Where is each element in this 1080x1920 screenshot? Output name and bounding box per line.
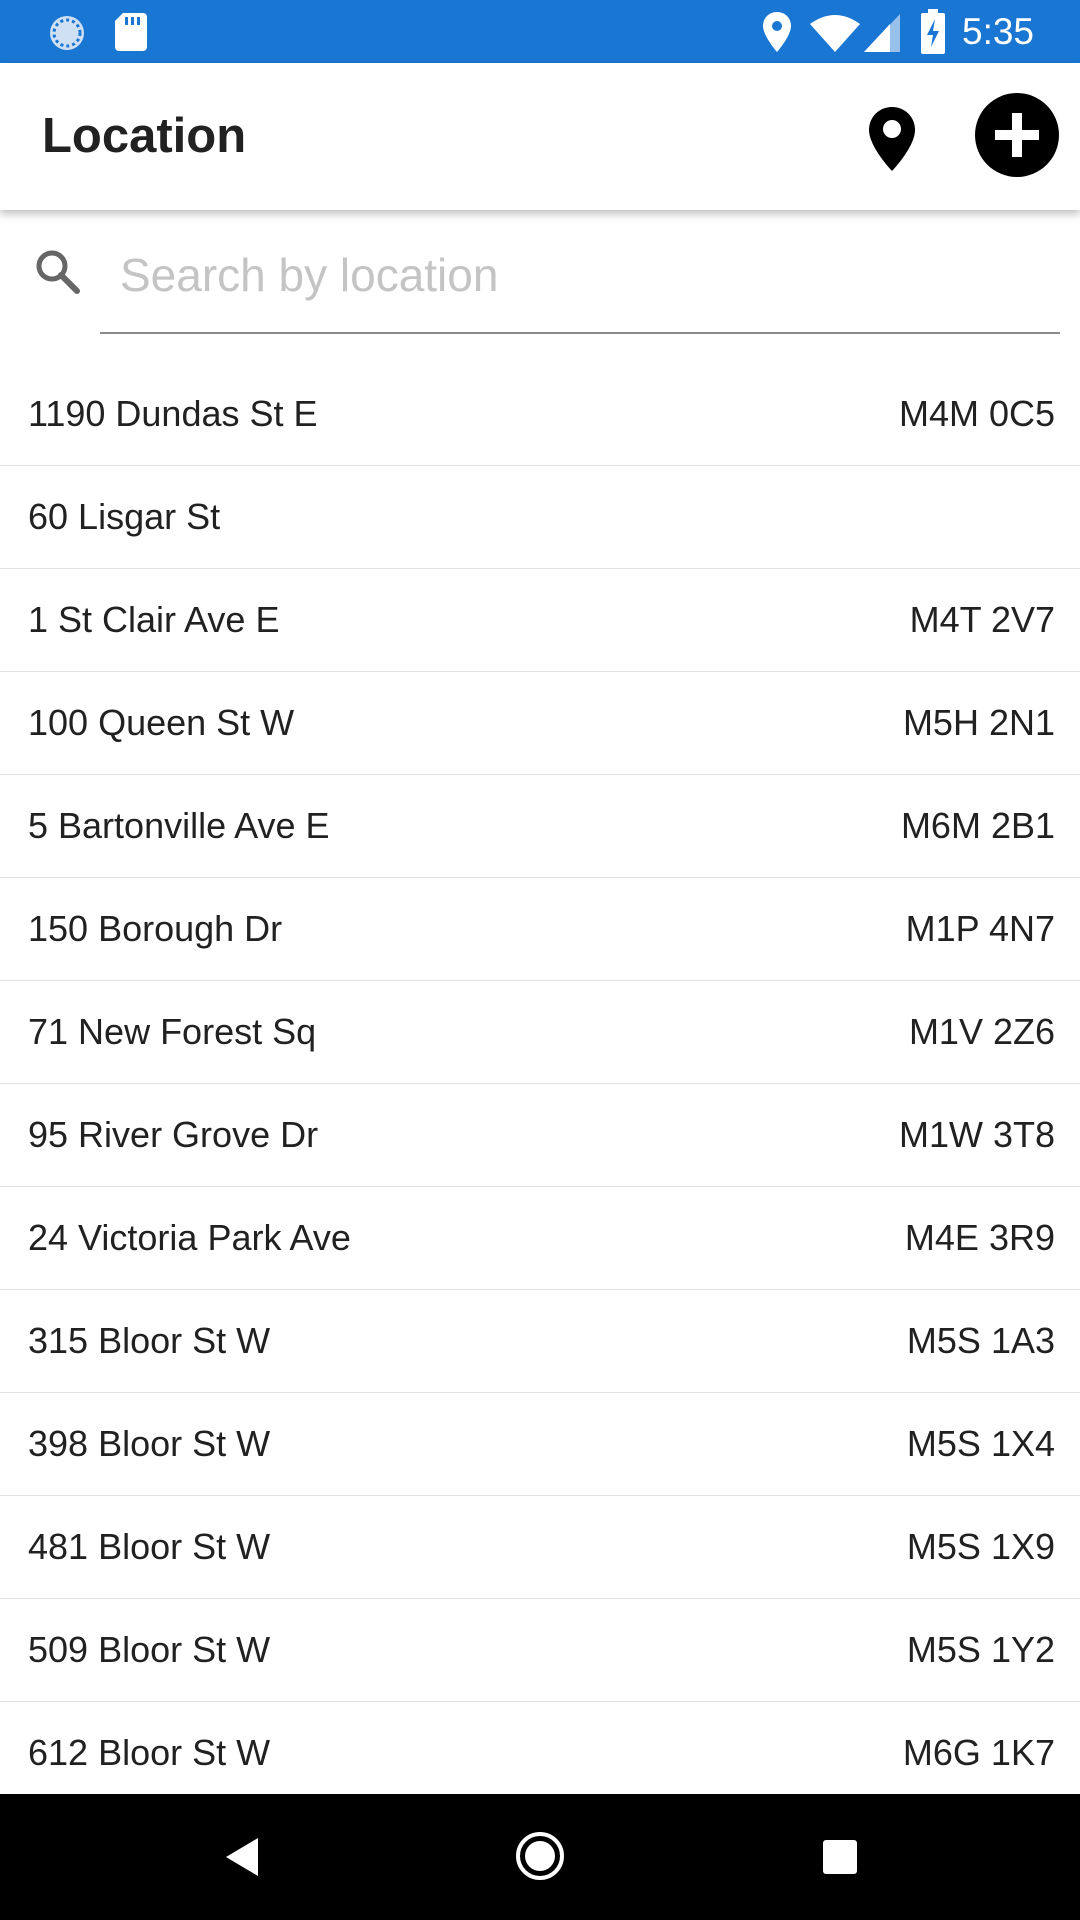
add-location-button[interactable]: [975, 93, 1059, 177]
address-text: 100 Queen St W: [28, 702, 295, 743]
postal-code: M1V 2Z6: [908, 1011, 1055, 1052]
search-bar: [0, 210, 1080, 340]
list-item[interactable]: 5 Bartonville Ave E M6M 2B1: [0, 775, 1080, 878]
search-input[interactable]: [100, 240, 1080, 310]
list-item[interactable]: 1 St Clair Ave E M4T 2V7: [0, 569, 1080, 672]
list-item[interactable]: 315 Bloor St W M5S 1A3: [0, 1290, 1080, 1393]
list-item[interactable]: 24 Victoria Park Ave M4E 3R9: [0, 1187, 1080, 1290]
list-item[interactable]: 150 Borough Dr M1P 4N7: [0, 878, 1080, 981]
recents-icon: [823, 1840, 857, 1874]
list-item[interactable]: 398 Bloor St W M5S 1X4: [0, 1393, 1080, 1496]
list-item[interactable]: 100 Queen St W M5H 2N1: [0, 672, 1080, 775]
address-text: 509 Bloor St W: [28, 1629, 271, 1670]
address-text: 612 Bloor St W: [28, 1732, 271, 1773]
map-pin-button[interactable]: [860, 103, 924, 175]
page-title: Location: [42, 109, 247, 163]
address-text: 5 Bartonville Ave E: [28, 805, 330, 846]
list-item[interactable]: 95 River Grove Dr M1W 3T8: [0, 1084, 1080, 1187]
home-icon: [516, 1832, 564, 1880]
list-item[interactable]: 71 New Forest Sq M1V 2Z6: [0, 981, 1080, 1084]
sync-icon: [50, 16, 84, 50]
postal-code: M6M 2B1: [900, 805, 1055, 846]
postal-code: M1W 3T8: [898, 1114, 1055, 1155]
postal-code: M6G 1K7: [902, 1732, 1055, 1773]
signal-icon: [864, 14, 900, 52]
postal-code: M4E 3R9: [904, 1217, 1055, 1258]
status-time: 5:35: [962, 11, 1035, 52]
address-text: 60 Lisgar St: [28, 496, 221, 537]
address-text: 1 St Clair Ave E: [28, 599, 280, 640]
list-item[interactable]: 481 Bloor St W M5S 1X9: [0, 1496, 1080, 1599]
postal-code: M5S 1A3: [906, 1320, 1055, 1361]
sd-card-icon: [115, 13, 147, 51]
app-bar: Location: [0, 63, 1080, 210]
search-icon: [36, 250, 80, 294]
address-text: 315 Bloor St W: [28, 1320, 271, 1361]
search-underline: [100, 332, 1060, 334]
postal-code: M5S 1X4: [906, 1423, 1055, 1464]
postal-code: M1P 4N7: [905, 908, 1055, 949]
list-item[interactable]: 1190 Dundas St E M4M 0C5: [0, 363, 1080, 466]
battery-charging-icon: [921, 9, 945, 54]
location-icon: [763, 12, 791, 52]
list-item[interactable]: 612 Bloor St W M6G 1K7: [0, 1702, 1080, 1805]
status-bar: 5:35: [0, 0, 1080, 63]
postal-code: M4T 2V7: [909, 599, 1055, 640]
postal-code: M5S 1Y2: [906, 1629, 1055, 1670]
add-circle-icon: [995, 113, 1039, 157]
address-text: 1190 Dundas St E: [28, 393, 318, 434]
address-text: 398 Bloor St W: [28, 1423, 271, 1464]
navigation-bar: [0, 1794, 1080, 1920]
postal-code: M4M 0C5: [898, 393, 1055, 434]
back-button[interactable]: [210, 1824, 274, 1890]
recents-button[interactable]: [808, 1824, 872, 1890]
home-button[interactable]: [506, 1822, 574, 1890]
address-text: 95 River Grove Dr: [28, 1114, 319, 1155]
address-text: 150 Borough Dr: [28, 908, 283, 949]
list-item[interactable]: 509 Bloor St W M5S 1Y2: [0, 1599, 1080, 1702]
address-text: 71 New Forest Sq: [28, 1011, 317, 1052]
postal-code: M5S 1X9: [906, 1526, 1055, 1567]
back-icon: [226, 1838, 258, 1876]
location-list: 1190 Dundas St E M4M 0C5 60 Lisgar St 1 S…: [0, 363, 1080, 1805]
map-pin-icon: [869, 107, 915, 171]
wifi-icon: [810, 15, 860, 52]
address-text: 24 Victoria Park Ave: [28, 1217, 351, 1258]
address-text: 481 Bloor St W: [28, 1526, 271, 1567]
list-item[interactable]: 60 Lisgar St: [0, 466, 1080, 569]
postal-code: M5H 2N1: [902, 702, 1055, 743]
